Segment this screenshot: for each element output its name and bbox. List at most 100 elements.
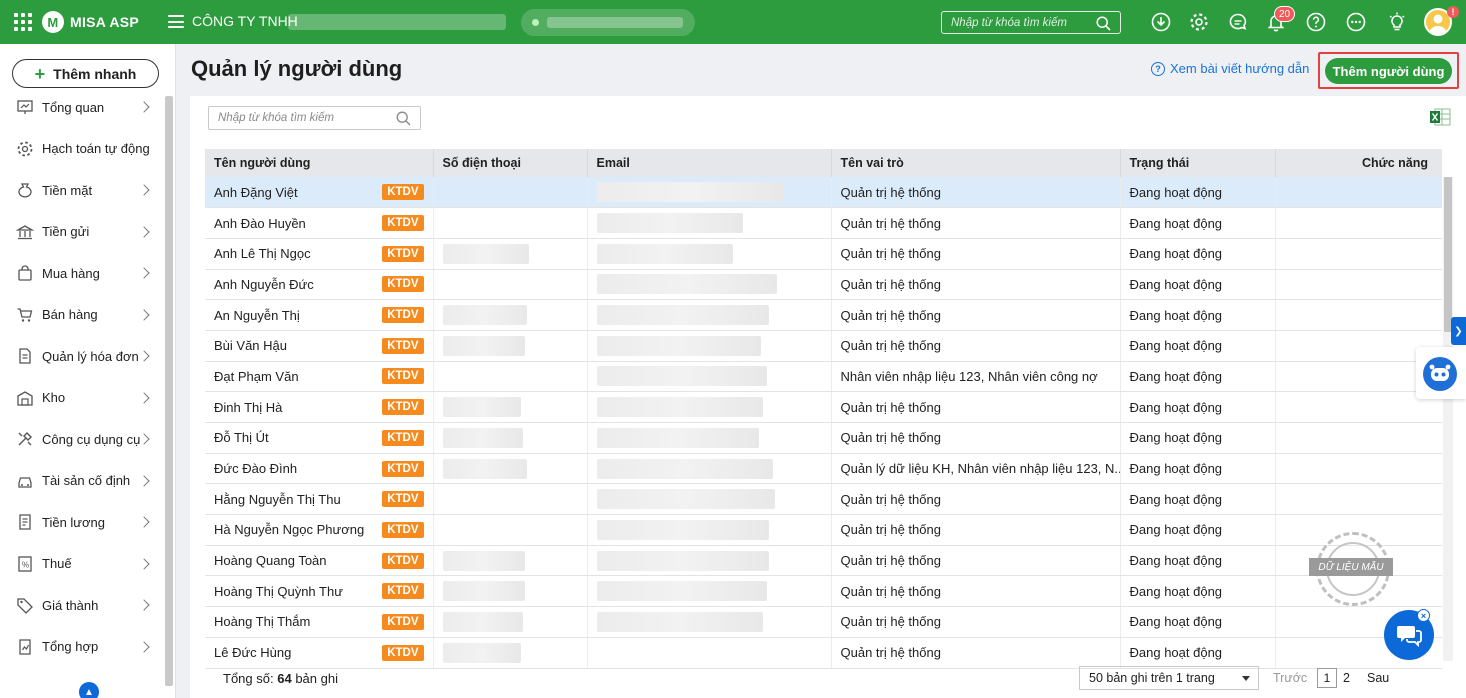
status-cell: Đang hoạt động	[1120, 299, 1276, 331]
actions-cell[interactable]	[1275, 269, 1442, 301]
app-logo[interactable]: M MISA ASP	[42, 11, 139, 33]
quick-add-button[interactable]: + Thêm nhanh	[12, 59, 159, 88]
sidebar-item-6[interactable]: Bán hàng	[0, 300, 165, 330]
table-scrollbar[interactable]	[1443, 177, 1453, 661]
user-name[interactable]: Đạt Phạm Văn	[214, 369, 299, 384]
table-row[interactable]: Hoàng Thị Thắm KTDV Quản trị hệ thống Đang …	[205, 606, 1442, 638]
search-icon[interactable]	[1096, 16, 1111, 31]
user-name[interactable]: Hoàng Quang Toàn	[214, 553, 327, 568]
expand-panel-icon[interactable]: ❯	[1451, 317, 1466, 345]
sidebar-item-8[interactable]: Kho	[0, 383, 165, 413]
sidebar-item-14[interactable]: Tổng hợp	[0, 632, 165, 662]
actions-cell[interactable]	[1275, 483, 1442, 516]
table-row[interactable]: Anh Lê Thị Ngọc KTDV Quản trị hệ thống Đang…	[205, 238, 1442, 270]
column-header-role[interactable]: Tên vai trò	[831, 149, 1121, 177]
user-name-wrapper: Đỗ Thị Út KTDV	[214, 429, 432, 446]
sidebar-item-10[interactable]: Tài sản cố định	[0, 466, 165, 496]
table-row[interactable]: Bùi Văn Hậu KTDV Quản trị hệ thống Đang hoạ…	[205, 330, 1442, 362]
user-name[interactable]: Anh Đào Huyền	[214, 216, 306, 231]
user-name[interactable]: Hà Nguyễn Ngọc Phương	[214, 522, 364, 537]
prev-page-button[interactable]: Trước	[1273, 671, 1307, 685]
download-icon[interactable]	[1151, 12, 1171, 32]
user-name[interactable]: Lê Đức Hùng	[214, 645, 291, 660]
table-row[interactable]: An Nguyễn Thị KTDV Quản trị hệ thống Đang h…	[205, 299, 1442, 331]
sidebar-item-12[interactable]: % Thuế	[0, 549, 165, 579]
table-row[interactable]: Hoàng Quang Toàn KTDV Quản trị hệ thống Đan…	[205, 545, 1442, 577]
actions-cell[interactable]	[1275, 207, 1442, 239]
global-search-input[interactable]: Nhập từ khóa tìm kiếm	[941, 11, 1121, 34]
table-row[interactable]: Anh Nguyễn Đức KTDV Quản trị hệ thống Đang …	[205, 269, 1442, 301]
add-user-highlight: Thêm người dùng	[1318, 52, 1459, 89]
scroll-up-icon[interactable]: ▲	[79, 682, 99, 698]
table-row[interactable]: Anh Đào Huyền KTDV Quản trị hệ thống Đang h…	[205, 207, 1442, 239]
table-search-input[interactable]: Nhập từ khóa tìm kiếm	[208, 106, 421, 130]
table-row[interactable]: Đỗ Thị Út KTDV Quản trị hệ thống Đang hoạt …	[205, 422, 1442, 454]
user-name[interactable]: Anh Đặng Việt	[214, 185, 298, 200]
company-name[interactable]: CÔNG TY TNHH	[192, 13, 298, 29]
sidebar-item-4[interactable]: Tiền gửi	[0, 217, 165, 247]
settings-gear-icon[interactable]	[1189, 12, 1209, 32]
user-name-wrapper: Hà Nguyễn Ngọc Phương KTDV	[214, 521, 432, 538]
sidebar-item-9[interactable]: Công cụ dụng cụ	[0, 424, 165, 454]
page-1-button[interactable]: 1	[1317, 668, 1337, 688]
actions-cell[interactable]	[1275, 453, 1442, 485]
actions-cell[interactable]	[1275, 238, 1442, 270]
table-row[interactable]: Đạt Phạm Văn KTDV Nhân viên nhập liệu 123,…	[205, 361, 1442, 393]
column-header-phone[interactable]: Số điện thoại	[433, 149, 588, 177]
idea-lightbulb-icon[interactable]	[1387, 12, 1407, 32]
sidebar-item-13[interactable]: Giá thành	[0, 590, 165, 620]
user-name-wrapper: Đức Đào Đình KTDV	[214, 460, 432, 477]
next-page-button[interactable]: Sau	[1367, 671, 1389, 685]
search-icon[interactable]	[396, 111, 411, 126]
user-name[interactable]: Đỗ Thị Út	[214, 430, 269, 445]
help-question-icon[interactable]	[1306, 12, 1326, 32]
page-2-button[interactable]: 2	[1343, 671, 1350, 685]
sidebar-item-3[interactable]: Tiền mặt	[0, 175, 165, 205]
actions-cell[interactable]	[1275, 299, 1442, 331]
user-name[interactable]: An Nguyễn Thị	[214, 308, 300, 323]
close-chat-icon[interactable]: ×	[1417, 609, 1430, 622]
user-name-wrapper: Anh Lê Thị Ngọc KTDV	[214, 245, 432, 262]
user-name[interactable]: Đức Đào Đình	[214, 461, 297, 476]
chat-bubble-icon[interactable]	[1228, 12, 1248, 32]
database-selector[interactable]	[521, 9, 695, 36]
actions-cell[interactable]	[1275, 177, 1442, 209]
column-header-status[interactable]: Trạng thái	[1120, 149, 1276, 177]
table-row[interactable]: Anh Đặng Việt KTDV Quản trị hệ thống Đang h…	[205, 177, 1442, 209]
sidebar-item-11[interactable]: Tiền lương	[0, 507, 165, 537]
table-row[interactable]: Hằng Nguyễn Thị Thu KTDV Quản trị hệ thống…	[205, 483, 1442, 516]
page-size-select[interactable]: 50 bản ghi trên 1 trang	[1079, 666, 1259, 690]
table-row[interactable]: Hà Nguyễn Ngọc Phương KTDV Quản trị hệ thố…	[205, 514, 1442, 546]
hamburger-menu-icon[interactable]	[168, 15, 184, 28]
chevron-right-icon	[138, 599, 150, 611]
sidebar-item-5[interactable]: Mua hàng	[0, 258, 165, 288]
column-header-name[interactable]: Tên người dùng	[205, 149, 434, 177]
user-name[interactable]: Hằng Nguyễn Thị Thu	[214, 492, 341, 507]
column-header-email[interactable]: Email	[587, 149, 832, 177]
sidebar-item-2[interactable]: Hạch toán tự động	[0, 134, 165, 164]
user-name[interactable]: Anh Lê Thị Ngọc	[214, 246, 311, 261]
actions-cell[interactable]	[1275, 422, 1442, 454]
email-redacted	[596, 458, 773, 479]
table-row[interactable]: Đức Đào Đình KTDV Quản lý dữ liệu KH, Nhân…	[205, 453, 1442, 485]
sidebar-item-7[interactable]: Quản lý hóa đơn	[0, 341, 165, 371]
sidebar-scrollbar[interactable]	[165, 96, 173, 686]
user-name[interactable]: Anh Nguyễn Đức	[214, 277, 314, 292]
sidebar-item-1[interactable]: Tổng quan	[0, 92, 165, 122]
user-name[interactable]: Đinh Thị Hà	[214, 400, 282, 415]
app-grid-icon[interactable]	[14, 13, 32, 31]
help-article-link[interactable]: ? Xem bài viết hướng dẫn	[1151, 61, 1309, 76]
user-name[interactable]: Hoàng Thị Thắm	[214, 614, 310, 629]
table-row[interactable]: Hoàng Thị Quỳnh Thư KTDV Quản trị hệ thống…	[205, 575, 1442, 608]
excel-export-icon[interactable]	[1429, 108, 1451, 126]
status-cell: Đang hoạt động	[1120, 177, 1276, 209]
assistant-bot-widget[interactable]	[1416, 347, 1466, 399]
table-row[interactable]: Lê Đức Hùng KTDV Quản trị hệ thống Đang hoạ…	[205, 637, 1442, 669]
user-name[interactable]: Hoàng Thị Quỳnh Thư	[214, 584, 343, 599]
more-options-icon[interactable]	[1346, 12, 1366, 32]
table-scrollbar-thumb[interactable]	[1444, 177, 1452, 332]
table-row[interactable]: Đinh Thị Hà KTDV Quản trị hệ thống Đang hoạ…	[205, 391, 1442, 423]
add-user-button[interactable]: Thêm người dùng	[1325, 58, 1452, 84]
user-name-cell: Anh Lê Thị Ngọc KTDV	[205, 238, 434, 270]
user-name[interactable]: Bùi Văn Hậu	[214, 338, 287, 353]
